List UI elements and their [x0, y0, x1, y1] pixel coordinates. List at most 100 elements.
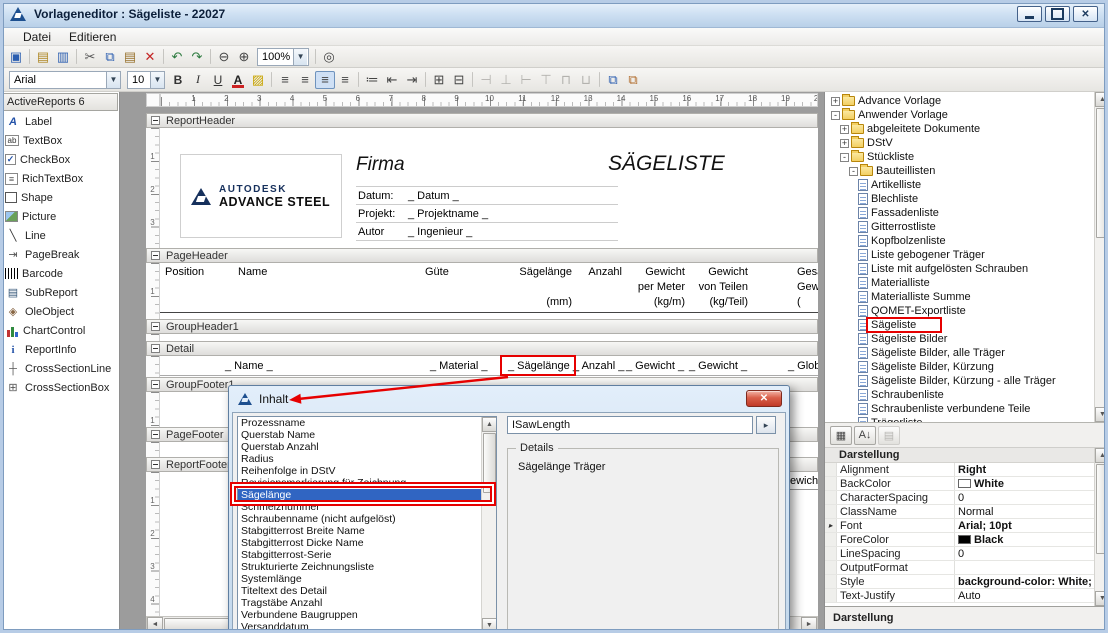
expand-toggle-icon[interactable]: - [831, 110, 840, 120]
detail-canvas[interactable]: _ Name _ _ Material _ _ Sägelänge _ _ An… [160, 356, 818, 377]
property-value[interactable]: Black [974, 533, 1003, 546]
property-row[interactable]: OutputFormat [825, 561, 1094, 575]
tree-item[interactable]: Blechliste [825, 192, 1094, 206]
bring-to-front-icon[interactable]: ⧉ [603, 71, 623, 89]
scrollbar-thumb[interactable] [1096, 464, 1108, 554]
tree-item[interactable]: Kopfbolzenliste [825, 234, 1094, 248]
pan-icon[interactable]: ◎ [319, 48, 339, 66]
detail-field-gewicht-teile[interactable]: _ Gewicht _ [689, 360, 747, 372]
content-list-item[interactable]: Revisionsmarkierung für Zeichnung [238, 477, 481, 489]
chevron-down-icon[interactable]: ▼ [293, 48, 308, 65]
property-value[interactable]: Arial; 10pt [958, 519, 1012, 532]
same-width-icon[interactable]: ⊓ [556, 71, 576, 89]
separator[interactable] [425, 72, 426, 87]
collapse-icon[interactable] [151, 251, 160, 260]
tree-item[interactable]: Materialliste Summe [825, 290, 1094, 304]
tree-item-label[interactable]: Artikelliste [871, 179, 921, 191]
tree-item[interactable]: QOMET-Exportliste [825, 304, 1094, 318]
detail-field-gewicht-meter[interactable]: _ Gewicht _ [626, 360, 684, 372]
property-row[interactable]: Text-Justify Auto [825, 589, 1094, 603]
minimize-icon[interactable] [1017, 6, 1042, 22]
scroll-down-icon[interactable]: ▼ [482, 618, 496, 632]
delete-icon[interactable]: ✕ [140, 48, 160, 66]
align-left-icon[interactable]: ≡ [275, 71, 295, 89]
tree-scrollbar[interactable]: ▲ ▼ [1094, 92, 1108, 422]
property-row[interactable]: LineSpacing 0 [825, 547, 1094, 561]
zoom-combo[interactable]: 100% ▼ [257, 47, 309, 66]
tree-item-label[interactable]: Kopfbolzenliste [871, 235, 946, 247]
increase-indent-icon[interactable]: ⇥ [402, 71, 422, 89]
tree-item[interactable]: Gitterrostliste [825, 220, 1094, 234]
tree-item[interactable]: Sägeliste Bilder, alle Träger [825, 346, 1094, 360]
detail-field-material[interactable]: _ Material _ [430, 360, 487, 372]
tree-item[interactable]: Materialliste [825, 276, 1094, 290]
tree-item[interactable]: Sägeliste [825, 318, 1094, 332]
property-row[interactable]: Style background-color: White; [825, 575, 1094, 589]
content-list-item[interactable]: Stabgitterrost-Serie [238, 549, 481, 561]
toolbox-item[interactable]: ReportInfo [0, 340, 119, 359]
collapse-icon[interactable] [151, 380, 160, 389]
toolbox-item[interactable]: Picture [0, 207, 119, 226]
expand-arrow-icon[interactable] [828, 521, 832, 530]
content-listbox[interactable]: Prozessname Querstab Name Querstab Anzahl R… [237, 416, 497, 632]
tree-item-label[interactable]: Sägeliste Bilder, Kürzung [871, 361, 994, 373]
expand-toggle-icon[interactable]: - [849, 166, 858, 176]
column-header-line2[interactable]: von Teilen [688, 281, 748, 293]
pageheader-canvas[interactable]: Position Name Güte Sägelänge Anzahl Gewi… [160, 263, 818, 319]
section-bar-reportheader[interactable]: ReportHeader [146, 113, 818, 128]
scrollbar-thumb[interactable] [483, 433, 496, 493]
alphabetical-sort-icon[interactable]: A↓ [854, 425, 876, 445]
column-unit[interactable]: (kg/Teil) [685, 296, 748, 308]
groupheader-canvas[interactable] [160, 334, 818, 341]
redo-icon[interactable]: ↷ [187, 48, 207, 66]
meta-field[interactable]: _ Ingenieur _ [408, 226, 472, 238]
tree-item[interactable]: Liste gebogener Träger [825, 248, 1094, 262]
collapse-icon[interactable] [151, 430, 160, 439]
align-justify-icon[interactable]: ≡ [335, 71, 355, 89]
separator[interactable] [472, 72, 473, 87]
align-center-icon[interactable]: ≡ [295, 71, 315, 89]
column-header[interactable]: Gewicht [638, 266, 685, 278]
tree-item-label[interactable]: Stückliste [867, 151, 914, 163]
collapse-icon[interactable] [151, 460, 160, 469]
detail-field-gesamt[interactable]: _ Globa [788, 360, 818, 372]
same-height-icon[interactable]: ⊔ [576, 71, 596, 89]
copy-icon[interactable]: ⧉ [100, 48, 120, 66]
collapse-icon[interactable] [151, 322, 160, 331]
meta-row[interactable]: Autor _ Ingenieur _ [356, 223, 618, 241]
separator[interactable] [76, 49, 77, 64]
toolbox-item[interactable]: Shape [0, 188, 119, 207]
property-row[interactable]: ForeColor Black [825, 533, 1094, 547]
scroll-left-icon[interactable]: ◄ [147, 617, 163, 632]
tree-item[interactable]: - Stückliste [825, 150, 1094, 164]
expression-field[interactable]: ISawLength [507, 416, 753, 434]
categorized-view-icon[interactable]: ▦ [830, 425, 852, 445]
undo-icon[interactable]: ↶ [167, 48, 187, 66]
detail-field-name[interactable]: _ Name _ [225, 360, 273, 372]
tree-item-label[interactable]: Gitterrostliste [871, 221, 936, 233]
tree-item-label[interactable]: Schraubenliste [871, 389, 944, 401]
align-right-icon[interactable]: ≡ [315, 70, 335, 89]
tree-item[interactable]: Sägeliste Bilder, Kürzung - alle Träger [825, 374, 1094, 388]
section-bar-groupheader[interactable]: GroupHeader1 [146, 319, 818, 334]
column-header[interactable]: Anzahl [583, 266, 622, 278]
show-grid-icon[interactable]: ⊞ [429, 71, 449, 89]
property-value[interactable]: 0 [958, 491, 964, 504]
toolbox-item[interactable]: OleObject [0, 302, 119, 321]
page-setup-icon[interactable]: ▤ [33, 48, 53, 66]
column-header[interactable]: Name [238, 266, 267, 278]
menu-item[interactable]: Editieren [60, 28, 125, 46]
detail-field-anzahl[interactable]: _ Anzahl _ [573, 360, 624, 372]
content-list-item[interactable]: Prozessname [238, 417, 481, 429]
print-preview-icon[interactable]: ▥ [53, 48, 73, 66]
tree-item[interactable]: + Advance Vorlage [825, 94, 1094, 108]
decrease-indent-icon[interactable]: ⇤ [382, 71, 402, 89]
column-header[interactable]: Gesa [797, 266, 818, 278]
bullet-list-icon[interactable]: ≔ [362, 71, 382, 89]
tree-item[interactable]: + DStV [825, 136, 1094, 150]
expand-toggle-icon[interactable]: - [840, 152, 849, 162]
meta-field[interactable]: _ Projektname _ [408, 208, 488, 220]
toolbox-item[interactable]: CrossSectionBox [0, 378, 119, 397]
property-row[interactable]: BackColor White [825, 477, 1094, 491]
footer-field-fragment[interactable]: ewich_ [790, 475, 818, 487]
